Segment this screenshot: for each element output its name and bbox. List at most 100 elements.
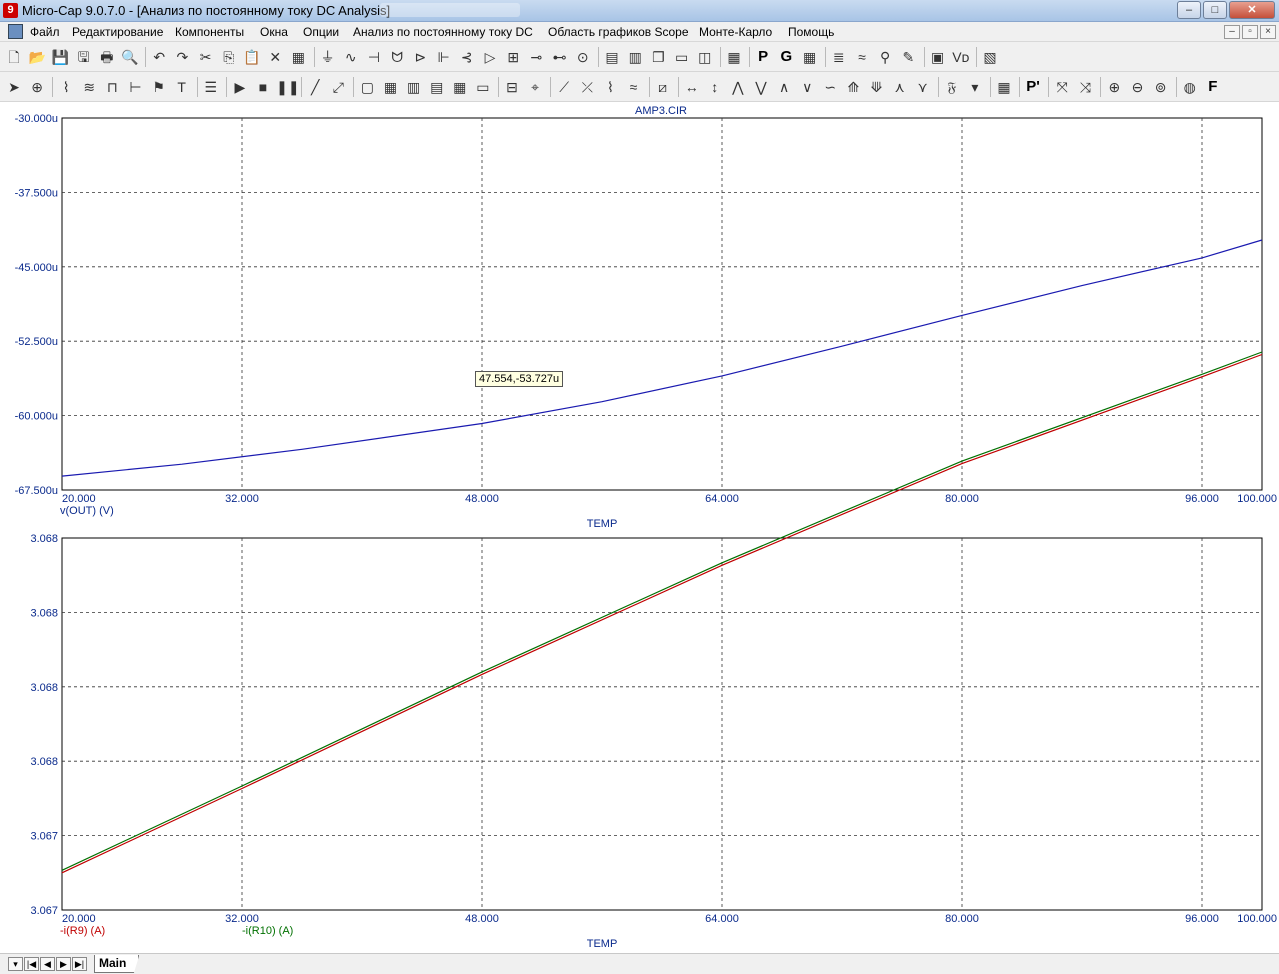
select-arrow-icon[interactable]: ➤ — [4, 77, 24, 97]
cursor-icon[interactable]: ⌖ — [525, 77, 545, 97]
component-list-icon[interactable]: ≣ — [829, 47, 849, 67]
horizontal-line-icon[interactable]: ⊟ — [502, 77, 522, 97]
menu-components[interactable]: Компоненты — [175, 25, 244, 39]
box-icon[interactable]: ▢ — [357, 77, 377, 97]
high-icon[interactable]: ∧ — [774, 77, 794, 97]
tool-p-button[interactable]: P' — [1023, 77, 1043, 97]
valley-icon[interactable]: ⋁ — [751, 77, 771, 97]
cascade-icon[interactable]: ❐ — [648, 47, 668, 67]
bottom-icon[interactable]: ⋎ — [913, 77, 933, 97]
menu-edit[interactable]: Редактирование — [72, 25, 163, 39]
component-mode-icon[interactable]: ⊕ — [27, 77, 47, 97]
menu-dc-analysis[interactable]: Анализ по постоянному току DC — [353, 25, 533, 39]
capacitor-icon[interactable]: ⊣ — [364, 47, 384, 67]
row-icon[interactable]: ▤ — [427, 77, 447, 97]
split-window-icon[interactable]: ◫ — [695, 47, 715, 67]
pause-icon[interactable]: ❚❚ — [276, 77, 299, 97]
marker-icon[interactable]: ⌇ — [600, 77, 620, 97]
diagonal-line-icon[interactable]: ⤢ — [328, 77, 348, 97]
tool-f-button[interactable]: F — [1203, 77, 1223, 97]
table-icon[interactable]: ▦ — [381, 77, 401, 97]
source-icon[interactable]: ⊙ — [573, 47, 593, 67]
close-button[interactable]: ✕ — [1229, 1, 1275, 19]
global-low-icon[interactable]: ⟱ — [867, 77, 887, 97]
nav-menu-button[interactable]: ▾ — [8, 957, 23, 971]
curve-icon[interactable]: ≈ — [624, 77, 644, 97]
menu-scope[interactable]: Область графиков Scope — [548, 25, 689, 39]
peak-icon[interactable]: ⋀ — [728, 77, 748, 97]
print-preview-icon[interactable]: 🔍 — [120, 47, 140, 67]
menu-help[interactable]: Помощь — [788, 25, 834, 39]
vertical-cursor-icon[interactable]: ↕ — [705, 77, 725, 97]
cut-icon[interactable]: ✂ — [196, 47, 216, 67]
pnp-icon[interactable]: ⊷ — [550, 47, 570, 67]
nav-prev-button[interactable]: ◀ — [40, 957, 55, 971]
tile-vertical-icon[interactable]: ▥ — [625, 47, 645, 67]
global-high-icon[interactable]: ⟰ — [843, 77, 863, 97]
resistor-icon[interactable]: ∿ — [341, 47, 361, 67]
transistor-icon[interactable]: ⊰ — [457, 47, 477, 67]
zoom-fit-icon[interactable]: ⊚ — [1151, 77, 1171, 97]
zoom-in-icon[interactable]: ⊕ — [1104, 77, 1124, 97]
grid-icon[interactable]: ▦ — [800, 47, 820, 67]
stop-icon[interactable]: ■ — [253, 77, 273, 97]
open-file-icon[interactable]: 📂 — [27, 47, 47, 67]
wire-icon[interactable]: ⌇ — [56, 77, 76, 97]
delete-icon[interactable]: ✕ — [265, 47, 285, 67]
node-icon[interactable]: ⊓ — [102, 77, 122, 97]
mdi-restore-button[interactable]: ▫ — [1242, 25, 1258, 39]
image-icon[interactable]: ▧ — [980, 47, 1000, 67]
transformer-icon[interactable]: ⊞ — [503, 47, 523, 67]
mdi-close-button[interactable]: × — [1260, 25, 1276, 39]
plot-properties-icon[interactable]: ▣ — [928, 47, 948, 67]
bus-icon[interactable]: ≋ — [79, 77, 99, 97]
tool-p-button[interactable]: P — [753, 47, 773, 67]
tool-g-button[interactable]: G — [776, 47, 796, 67]
run-icon[interactable]: ▶ — [230, 77, 250, 97]
window-icon[interactable]: ▭ — [672, 47, 692, 67]
diode-icon[interactable]: ⊳ — [410, 47, 430, 67]
ground-icon[interactable]: ⏚ — [318, 47, 338, 67]
waveform-icon[interactable]: ≈ — [852, 47, 872, 67]
calculator-icon[interactable]: ▦ — [724, 47, 744, 67]
properties-icon[interactable]: ☰ — [201, 77, 221, 97]
fourier-icon[interactable]: 𝔉 — [942, 77, 962, 97]
y-cursor-icon[interactable]: ⤨ — [1075, 77, 1095, 97]
nav-first-button[interactable]: |◀ — [24, 957, 39, 971]
zoom-out-icon[interactable]: ⊖ — [1128, 77, 1148, 97]
grid2-icon[interactable]: ▦ — [450, 77, 470, 97]
maximize-button[interactable]: □ — [1203, 1, 1227, 19]
palette-icon[interactable]: ◍ — [1180, 77, 1200, 97]
menu-windows[interactable]: Окна — [260, 25, 288, 39]
nav-last-button[interactable]: ▶| — [72, 957, 87, 971]
pen-icon[interactable]: ✎ — [898, 47, 918, 67]
save-all-icon[interactable]: 🖫 — [74, 47, 94, 67]
pin-icon[interactable]: ⊢ — [126, 77, 146, 97]
document-icon[interactable] — [8, 24, 23, 39]
scale-icon[interactable]: ⧄ — [653, 77, 673, 97]
line-icon[interactable]: ╱ — [305, 77, 325, 97]
new-file-icon[interactable]: 🗋 — [4, 47, 24, 67]
top-icon[interactable]: ⋏ — [890, 77, 910, 97]
print-icon[interactable]: 🖶 — [97, 47, 117, 67]
redo-icon[interactable]: ↷ — [172, 47, 192, 67]
nav-next-button[interactable]: ▶ — [56, 957, 71, 971]
inductor-icon[interactable]: ᗢ — [387, 47, 407, 67]
flag-icon[interactable]: ⚑ — [149, 77, 169, 97]
tile-horizontal-icon[interactable]: ▤ — [602, 47, 622, 67]
plot-area[interactable]: AMP3.CIR -30.000u -37.500u -45.000u -52.500u… — [0, 103, 1279, 953]
undo-icon[interactable]: ↶ — [149, 47, 169, 67]
menu-monte-carlo[interactable]: Монте-Карло — [699, 25, 772, 39]
table-view-icon[interactable]: ▦ — [994, 77, 1014, 97]
slope-icon[interactable]: ⟋ — [554, 77, 574, 97]
menu-options[interactable]: Опции — [303, 25, 339, 39]
dropdown-icon[interactable]: ▾ — [965, 77, 985, 97]
low-icon[interactable]: ∨ — [797, 77, 817, 97]
plot-svg[interactable]: AMP3.CIR -30.000u -37.500u -45.000u -52.500u… — [0, 103, 1279, 953]
npn-icon[interactable]: ⊸ — [526, 47, 546, 67]
horizontal-cursor-icon[interactable]: ↔ — [682, 77, 702, 97]
select-all-icon[interactable]: ▦ — [288, 47, 308, 67]
paste-icon[interactable]: 📋 — [242, 47, 262, 67]
vd-icon[interactable]: Vᴅ — [951, 47, 971, 67]
inflection-icon[interactable]: ∽ — [820, 77, 840, 97]
